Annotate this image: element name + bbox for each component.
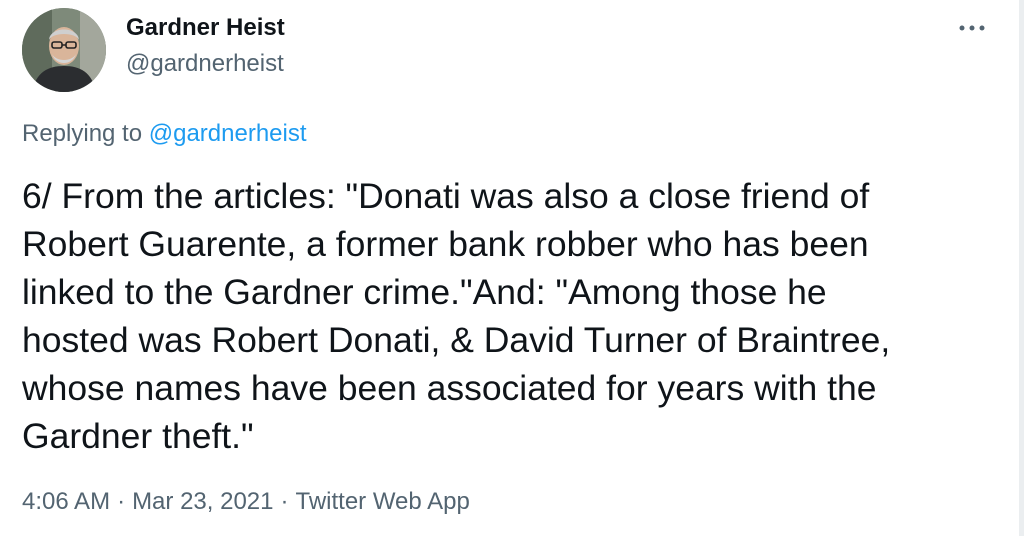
tweet-date[interactable]: Mar 23, 2021 (132, 488, 273, 515)
more-options-button[interactable] (950, 14, 994, 42)
replying-to: Replying to @gardnerheist (22, 120, 307, 148)
tweet-text-line: linked to the Gardner crime."And: "Among… (22, 272, 827, 312)
replying-to-label: Replying to (22, 120, 149, 147)
author-name[interactable]: Gardner Heist (126, 14, 285, 42)
tweet-text-line: hosted was Robert Donati, & David Turner… (22, 320, 891, 360)
tweet-text-line: Robert Guarente, a former bank robber wh… (22, 224, 869, 264)
tweet-text-line: whose names have been associated for yea… (22, 368, 877, 408)
replying-to-mention[interactable]: @gardnerheist (149, 120, 307, 147)
more-horizontal-icon (959, 25, 985, 31)
avatar[interactable] (22, 8, 106, 92)
tweet-card: Gardner Heist @gardnerheist Replying to … (0, 0, 1024, 536)
avatar-photo (22, 8, 106, 92)
tweet-text-line: 6/ From the articles: "Donati was also a… (22, 176, 870, 216)
tweet-text-line: Gardner theft." (22, 416, 254, 456)
tweet-text: 6/ From the articles: "Donati was also a… (22, 172, 982, 460)
author-handle[interactable]: @gardnerheist (126, 50, 284, 78)
tweet-source[interactable]: Twitter Web App (295, 488, 469, 515)
meta-separator: · (280, 488, 289, 515)
scrollbar-track (1019, 0, 1024, 536)
tweet-time[interactable]: 4:06 AM (22, 488, 110, 515)
tweet-meta: 4:06 AM · Mar 23, 2021 · Twitter Web App (22, 488, 470, 516)
meta-separator: · (117, 488, 126, 515)
